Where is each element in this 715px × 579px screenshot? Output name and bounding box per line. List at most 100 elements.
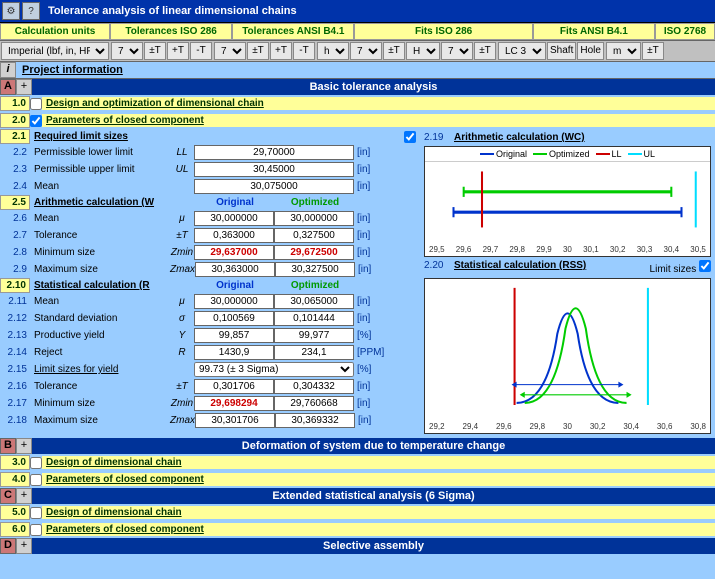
row-label: Maximum size <box>30 414 170 427</box>
title-bar: ⚙ ? Tolerance analysis of linear dimensi… <box>0 0 715 23</box>
row-1-0: 1.0 Design and optimization of dimension… <box>0 95 715 112</box>
chk-2-0[interactable] <box>30 115 42 127</box>
row-label[interactable]: Design of dimensional chain <box>42 506 715 519</box>
row-unit: [in] <box>354 246 382 259</box>
chart-wc: Original Optimized LL UL 29,529,629,729,… <box>424 146 711 257</box>
sel-m[interactable]: m <box>606 42 641 60</box>
info-bar: i Project information <box>0 62 715 79</box>
btn-pT-1[interactable]: +T <box>167 42 189 60</box>
expand-C[interactable]: + <box>16 488 32 504</box>
btn-pmT-3[interactable]: ±T <box>383 42 405 60</box>
btn-shaft[interactable]: Shaft <box>547 42 576 60</box>
row-2-8: 2.8Minimum sizeZmin29,63700029,672500[in… <box>0 244 420 261</box>
val-mean: 30,075000 <box>194 179 354 194</box>
row-num: 5.0 <box>0 505 30 520</box>
section-tab-A[interactable]: A <box>0 79 16 95</box>
row-symbol: Zmin <box>170 398 194 409</box>
leg-ul: UL <box>644 149 656 159</box>
row-label[interactable]: Parameters of closed component <box>42 473 715 486</box>
col-original: Original <box>195 197 275 208</box>
row-symbol: μ <box>170 296 194 307</box>
row-unit: [in] <box>354 312 382 325</box>
toolbar-controls: Imperial (lbf, in, HP...) 7±T+T-T 7±T+T-… <box>0 41 715 62</box>
row-unit: [in] <box>354 163 382 176</box>
row-num: 2.11 <box>0 295 30 308</box>
btn-pmT-1[interactable]: ±T <box>144 42 166 60</box>
grp-calc-units: Calculation units <box>0 23 110 40</box>
val-opt: 30,000000 <box>274 211 354 226</box>
expand-D[interactable]: + <box>16 538 32 554</box>
units-select[interactable]: Imperial (lbf, in, HP...) <box>1 42 109 60</box>
section-tab-C[interactable]: C <box>0 488 16 504</box>
expand-B[interactable]: + <box>16 438 32 454</box>
row-label: Permissible upper limit <box>30 163 170 176</box>
section-tab-B[interactable]: B <box>0 438 16 454</box>
chart-legend: Original Optimized LL UL <box>425 147 710 162</box>
row-unit: [in] <box>354 180 382 193</box>
val-opt: 99,977 <box>274 328 354 343</box>
grp-fits-ansi: Fits ANSI B4.1 <box>533 23 655 40</box>
chart-rss-svg <box>425 279 710 419</box>
sel-H[interactable]: H <box>406 42 440 60</box>
info-icon[interactable]: i <box>0 62 16 78</box>
val-ul[interactable]: 30,45000 <box>194 162 354 177</box>
btn-mT-1[interactable]: -T <box>190 42 212 60</box>
row-symbol: ±T <box>170 230 194 241</box>
expand-A[interactable]: + <box>16 79 32 95</box>
chk-2-1[interactable] <box>404 131 416 143</box>
val-ll[interactable]: 29,70000 <box>194 145 354 160</box>
app-icon[interactable]: ⚙ <box>2 2 20 20</box>
row-label[interactable]: Parameters of closed component <box>42 523 715 536</box>
btn-pmT-4[interactable]: ±T <box>474 42 496 60</box>
help-icon[interactable]: ? <box>22 2 40 20</box>
sel-h[interactable]: h <box>317 42 349 60</box>
row-label[interactable]: Design and optimization of dimensional c… <box>42 97 715 110</box>
sel-7a[interactable]: 7 <box>111 42 143 60</box>
btn-pT-2[interactable]: +T <box>270 42 292 60</box>
row-num: 2.3 <box>0 163 30 176</box>
val-opt: 0,304332 <box>274 379 354 394</box>
row-label[interactable]: Limit sizes for yield <box>30 363 170 376</box>
val-opt: 30,065000 <box>274 294 354 309</box>
row-symbol: Zmax <box>170 415 195 426</box>
sel-sigma[interactable]: 99.73 (± 3 Sigma) <box>194 362 354 377</box>
toolbar-groups: Calculation units Tolerances ISO 286 Tol… <box>0 23 715 41</box>
btn-mT-2[interactable]: -T <box>293 42 315 60</box>
sel-lc3[interactable]: LC 3 <box>498 42 546 60</box>
section-D-header: D + Selective assembly <box>0 538 715 554</box>
chk-limit-sizes[interactable] <box>699 260 711 272</box>
row-label[interactable]: Parameters of closed component <box>42 114 715 127</box>
chk-5-0[interactable] <box>30 507 42 519</box>
row-num: 2.8 <box>0 246 30 259</box>
row-unit: [in] <box>355 414 383 427</box>
sel-7c[interactable]: 7 <box>350 42 382 60</box>
row-label: Arithmetic calculation (W <box>30 196 195 209</box>
row-label[interactable]: Design of dimensional chain <box>42 456 715 469</box>
data-area: 2.1 Required limit sizes 2.2 Permissible… <box>0 129 715 438</box>
chart-rss: 29,229,429,629,83030,230,430,630,8 <box>424 278 711 434</box>
btn-pmT-2[interactable]: ±T <box>247 42 269 60</box>
leg-ll: LL <box>612 149 622 159</box>
val-orig: 0,363000 <box>194 228 274 243</box>
sel-7d[interactable]: 7 <box>441 42 473 60</box>
row-5-0: 5.0 Design of dimensional chain <box>0 504 715 521</box>
chart-num: 2.20 <box>424 260 454 275</box>
row-label: Reject <box>30 346 170 359</box>
row-unit: [in] <box>354 229 382 242</box>
sel-7b[interactable]: 7 <box>214 42 246 60</box>
project-info-label[interactable]: Project information <box>16 62 129 78</box>
section-tab-D[interactable]: D <box>0 538 16 554</box>
btn-pmT-5[interactable]: ±T <box>642 42 664 60</box>
row-2-14: 2.14RejectR1430,9234,1[PPM] <box>0 344 420 361</box>
row-num: 2.16 <box>0 380 30 393</box>
row-label: Standard deviation <box>30 312 170 325</box>
row-label: Required limit sizes <box>30 130 404 143</box>
right-column: 2.19 Arithmetic calculation (WC) Origina… <box>420 129 715 438</box>
section-C-title: Extended statistical analysis (6 Sigma) <box>32 488 715 504</box>
chk-1-0[interactable] <box>30 98 42 110</box>
chk-6-0[interactable] <box>30 524 42 536</box>
chk-4-0[interactable] <box>30 474 42 486</box>
btn-hole[interactable]: Hole <box>577 42 604 60</box>
chk-3-0[interactable] <box>30 457 42 469</box>
section-D-title: Selective assembly <box>32 538 715 554</box>
